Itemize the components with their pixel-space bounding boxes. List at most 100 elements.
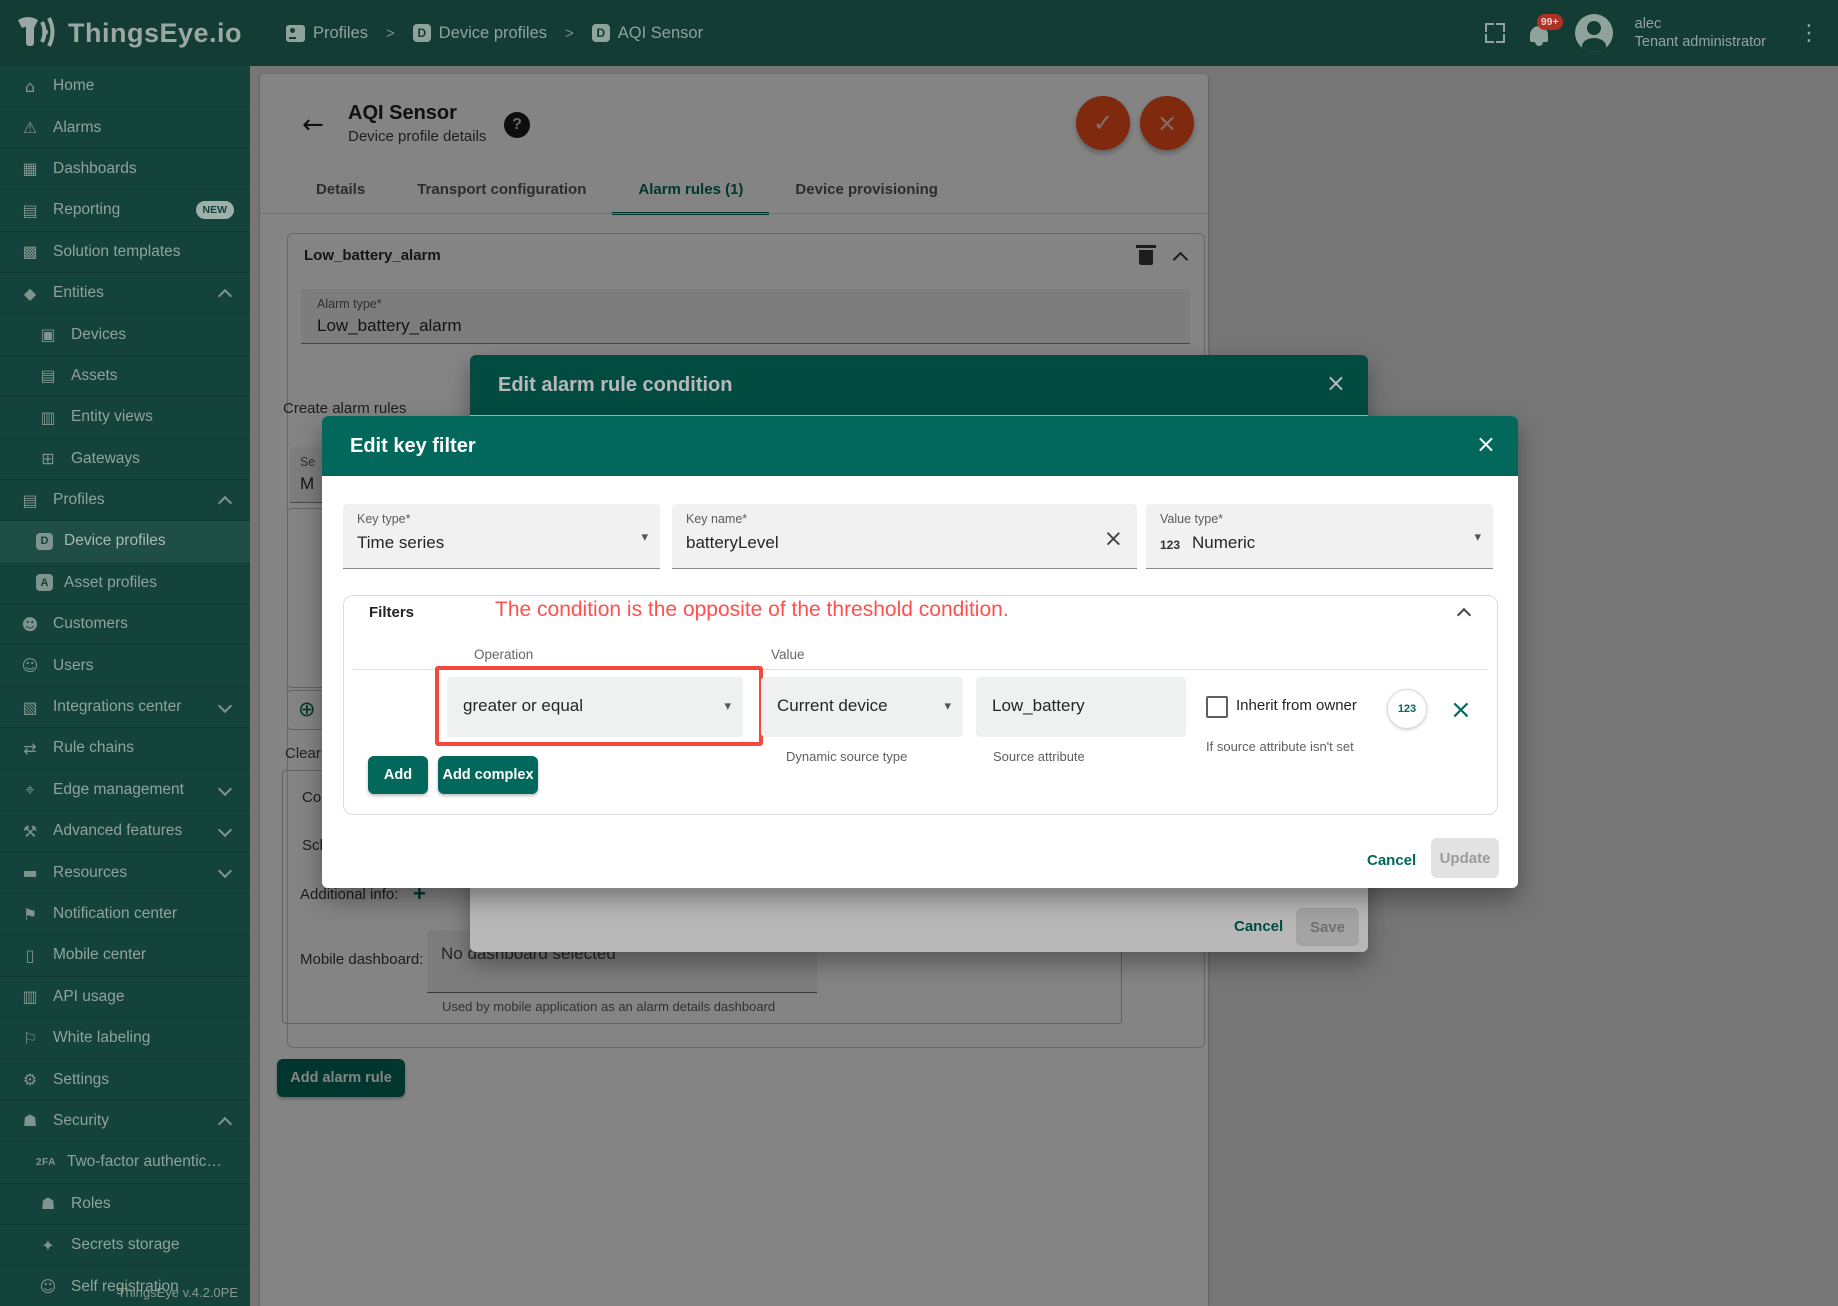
badge-icon (286, 25, 305, 42)
key-name-input[interactable]: Key name* batteryLevel × (672, 504, 1137, 569)
a-icon: A (36, 574, 53, 591)
sidebar-item-label: Users (53, 657, 93, 675)
gateways-icon: ⊞ (36, 449, 60, 468)
cancel-button[interactable]: Cancel (1367, 852, 1416, 869)
sidebar-item-customers[interactable]: ☻Customers (0, 604, 250, 645)
app-logo[interactable]: ThingsEye.io (14, 14, 250, 52)
value-type-label: Value type* (1160, 512, 1223, 526)
sidebar-item-security[interactable]: ☗Security (0, 1101, 250, 1142)
chevron-down-icon: ▾ (641, 530, 648, 545)
secrets-icon: ✦ (36, 1236, 60, 1255)
breadcrumb-item[interactable]: Profiles (286, 24, 368, 43)
sidebar-item-label: Dashboards (53, 160, 137, 178)
resources-icon: ▬ (18, 863, 42, 882)
breadcrumb-label: AQI Sensor (618, 24, 703, 43)
inherit-from-owner-label: Inherit from owner (1236, 697, 1357, 714)
sidebar-item-white-labeling[interactable]: ⚐ White labeling (0, 1018, 250, 1059)
breadcrumb-label: Profiles (313, 24, 368, 43)
sidebar-item-gateways[interactable]: ⊞ Gateways (0, 439, 250, 480)
chevron-up-icon (218, 496, 232, 510)
sidebar-item-label: Two-factor authenticati… (67, 1153, 227, 1171)
sidebar-item-users[interactable]: ☺ Users (0, 645, 250, 686)
dynamic-source-type-hint: Dynamic source type (786, 749, 907, 764)
sidebar-item-integrations-center[interactable]: ▧Integrations center (0, 687, 250, 728)
sidebar-item-dashboards[interactable]: ▦Dashboards (0, 149, 250, 190)
sidebar-item-devices[interactable]: ▣Devices (0, 314, 250, 355)
sidebar-item-assets[interactable]: ▤Assets (0, 356, 250, 397)
alarm-icon: ⚠ (18, 118, 42, 137)
sidebar-item-entities[interactable]: ◆ Entities (0, 273, 250, 314)
user-info[interactable]: alec Tenant administrator (1635, 15, 1766, 51)
chevron-up-icon (218, 289, 232, 303)
sidebar-item-home[interactable]: ⌂Home (0, 66, 250, 107)
key-type-select[interactable]: Key type* Time series ▾ (343, 504, 660, 569)
rule-chains-icon: ⇄ (18, 739, 42, 758)
sidebar-item-label: Entities (53, 284, 104, 302)
sidebar-item-label: Integrations center (53, 698, 181, 716)
sidebar-item-rule-chains[interactable]: ⇄Rule chains (0, 728, 250, 769)
sidebar-item-edge-management[interactable]: ⌖Edge management (0, 770, 250, 811)
sidebar-item-label: Profiles (53, 491, 105, 509)
sidebar-item-device-profiles[interactable]: DDevice profiles (0, 521, 250, 562)
sidebar-item-label: Mobile center (53, 946, 146, 964)
sidebar-item-mobile-center[interactable]: ▯ Mobile center (0, 935, 250, 976)
sidebar-item-label: Settings (53, 1071, 109, 1089)
numeric-type-icon: 123 (1160, 538, 1180, 552)
sidebar-item-secrets-storage[interactable]: ✦Secrets storage (0, 1225, 250, 1266)
source-attribute-input[interactable]: Low_battery (976, 677, 1186, 737)
white-labeling-icon: ⚐ (18, 1029, 42, 1048)
sidebar-item-label: Assets (71, 367, 118, 385)
sidebar-item-label: White labeling (53, 1029, 150, 1047)
add-button[interactable]: Add (368, 756, 428, 794)
update-button[interactable]: Update (1431, 838, 1499, 878)
sidebar-item-solution-templates[interactable]: ▩Solution templates (0, 232, 250, 273)
device-profile-icon: D (592, 24, 610, 42)
dialog-header: Edit key filter × (322, 416, 1518, 476)
sidebar-item-advanced-features[interactable]: ⚒Advanced features (0, 811, 250, 852)
chevron-up-icon (218, 1117, 232, 1131)
inherit-from-owner-checkbox[interactable] (1206, 696, 1228, 718)
kebab-menu-icon[interactable]: ⋮ (1798, 21, 1820, 46)
entities-icon: ◆ (18, 284, 42, 303)
sidebar-item-asset-profiles[interactable]: AAsset profiles (0, 563, 250, 604)
breadcrumb-separator: > (565, 25, 574, 42)
api-icon: ▥ (18, 987, 42, 1006)
add-complex-button[interactable]: Add complex (438, 756, 538, 794)
operation-column-label: Operation (474, 647, 533, 662)
value-type-value: Numeric (1192, 533, 1255, 553)
sidebar-item-profiles[interactable]: ▤Profiles (0, 480, 250, 521)
notifications-badge: 99+ (1537, 14, 1563, 30)
breadcrumb-separator: > (386, 25, 395, 42)
sidebar-item-label: Gateways (71, 450, 140, 468)
value-type-select[interactable]: Value type* Numeric 123 ▾ (1146, 504, 1493, 569)
notifications-button[interactable]: 99+ (1527, 18, 1553, 48)
users-icon: ☺ (18, 656, 42, 675)
advanced-icon: ⚒ (18, 822, 42, 841)
key-type-label: Key type* (357, 512, 411, 526)
sidebar-item-api-usage[interactable]: ▥ API usage (0, 977, 250, 1018)
sidebar-item-label: Reporting (53, 201, 120, 219)
sidebar-item-notification-center[interactable]: ⚑Notification center (0, 894, 250, 935)
sidebar-item-resources[interactable]: ▬ Resources (0, 852, 250, 893)
sidebar-item-two-factor-authenticati[interactable]: 2FATwo-factor authenticati… (0, 1142, 250, 1183)
sidebar-item-roles[interactable]: ☗Roles (0, 1184, 250, 1225)
close-icon[interactable]: × (1476, 430, 1496, 458)
dynamic-source-type-select[interactable]: Current device ▾ (761, 677, 963, 737)
collapse-filters-icon[interactable] (1457, 608, 1471, 622)
avatar[interactable] (1575, 14, 1613, 52)
breadcrumb-item[interactable]: DDevice profiles (413, 24, 547, 43)
mobile-icon: ▯ (18, 946, 42, 965)
sidebar-item-reporting[interactable]: ▤ReportingNEW (0, 190, 250, 231)
sidebar-item-settings[interactable]: ⚙Settings (0, 1059, 250, 1100)
logo-text: ThingsEye.io (68, 18, 242, 49)
remove-filter-icon[interactable]: × (1450, 695, 1472, 725)
clear-icon[interactable]: × (1104, 526, 1123, 552)
operation-select[interactable]: greater or equal ▾ (447, 677, 743, 737)
sidebar-item-label: Resources (53, 864, 127, 882)
fullscreen-icon[interactable] (1485, 23, 1505, 43)
sidebar-item-alarms[interactable]: ⚠Alarms (0, 107, 250, 148)
sidebar-item-label: API usage (53, 988, 125, 1006)
sidebar-item-entity-views[interactable]: ▥Entity views (0, 397, 250, 438)
breadcrumb-item[interactable]: D AQI Sensor (592, 24, 703, 43)
device-profile-icon: D (413, 24, 431, 42)
